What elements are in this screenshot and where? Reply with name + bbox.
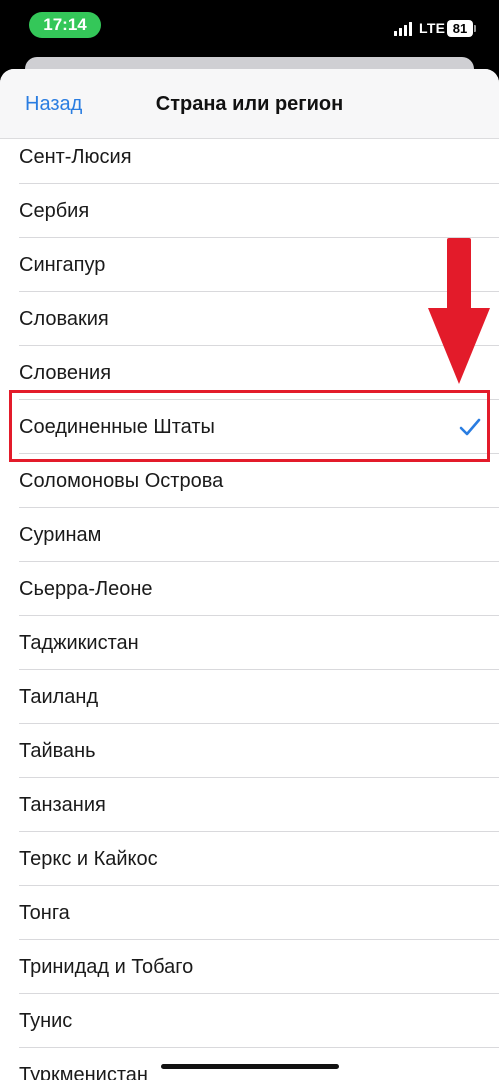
list-item[interactable]: Теркс и Кайкос (0, 832, 499, 886)
country-label: Сингапур (19, 254, 106, 276)
country-label: Таджикистан (19, 632, 139, 654)
list-item[interactable]: Сьерра-Леоне (0, 562, 499, 616)
battery-icon: 81 (447, 20, 473, 37)
check-icon (459, 418, 481, 436)
country-label: Туркменистан (19, 1064, 148, 1080)
country-label: Сент-Люсия (19, 146, 132, 168)
list-item[interactable]: Словакия (0, 292, 499, 346)
list-item[interactable]: Тонга (0, 886, 499, 940)
navigation-bar: Назад Страна или регион (0, 69, 499, 139)
list-item[interactable]: Тайвань (0, 724, 499, 778)
list-item[interactable]: Соединенные Штаты (0, 400, 499, 454)
cellular-signal-icon (394, 22, 412, 36)
status-time: 17:14 (29, 12, 101, 38)
list-item[interactable]: Таджикистан (0, 616, 499, 670)
country-label: Соломоновы Острова (19, 470, 224, 492)
country-label: Тунис (19, 1010, 73, 1032)
country-label: Тринидад и Тобаго (19, 956, 194, 978)
list-item[interactable]: Тринидад и Тобаго (0, 940, 499, 994)
country-label: Суринам (19, 524, 102, 546)
list-item[interactable]: Тунис (0, 994, 499, 1048)
list-item[interactable]: Сингапур (0, 238, 499, 292)
country-label: Словакия (19, 308, 109, 330)
list-item[interactable]: Танзания (0, 778, 499, 832)
country-label: Танзания (19, 794, 106, 816)
list-item[interactable]: Суринам (0, 508, 499, 562)
list-item[interactable]: Соломоновы Острова (0, 454, 499, 508)
country-label: Тонга (19, 902, 70, 924)
country-label: Теркс и Кайкос (19, 848, 158, 870)
list-item[interactable]: Сербия (0, 184, 499, 238)
page-title: Страна или регион (155, 93, 344, 115)
phone-screen: 17:14 LTE 81 Назад Страна или регион Сен… (0, 0, 499, 1080)
country-region-sheet: Назад Страна или регион Сент-Люсия Сербия… (0, 69, 499, 1080)
country-label: Сьерра-Леоне (19, 578, 153, 600)
country-list: Сент-Люсия Сербия Сингапур Словакия Словения… (0, 130, 499, 1080)
country-label: Таиланд (19, 686, 99, 708)
list-item[interactable]: Таиланд (0, 670, 499, 724)
status-bar: 17:14 LTE 81 (0, 0, 499, 50)
country-label: Сербия (19, 200, 90, 222)
country-label: Словения (19, 362, 112, 384)
home-indicator[interactable] (161, 1064, 339, 1069)
list-item[interactable]: Сент-Люсия (0, 130, 499, 184)
battery-tip (474, 25, 476, 32)
network-type: LTE (419, 20, 446, 36)
country-label: Тайвань (19, 740, 96, 762)
country-label: Соединенные Штаты (19, 416, 215, 438)
list-item[interactable]: Словения (0, 346, 499, 400)
